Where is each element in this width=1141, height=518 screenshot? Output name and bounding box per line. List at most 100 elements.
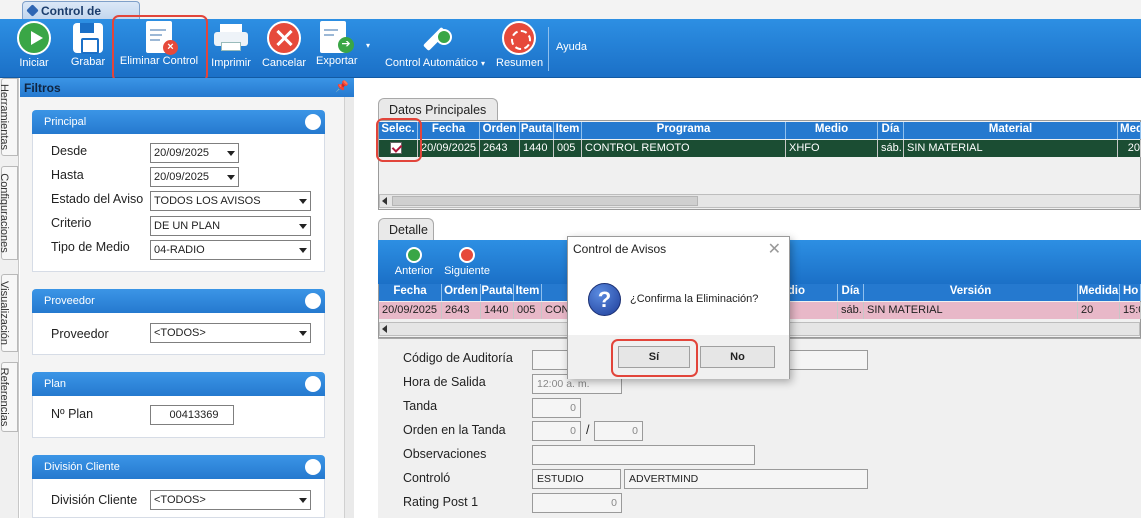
arrow-left-icon[interactable] bbox=[382, 325, 387, 333]
pin-icon[interactable]: 📌 bbox=[335, 80, 349, 93]
division-label: División Cliente bbox=[51, 493, 138, 507]
group-principal-header[interactable]: Principal bbox=[32, 110, 325, 134]
save-icon bbox=[73, 23, 103, 54]
col-medio[interactable]: Medio bbox=[786, 122, 878, 139]
ayuda-button[interactable]: Ayuda bbox=[556, 41, 587, 53]
previous-icon bbox=[406, 247, 422, 263]
table-cell[interactable]: 1440 bbox=[520, 140, 554, 157]
codigo-auditoria-input[interactable] bbox=[532, 350, 568, 370]
dialog-title: Control de Avisos bbox=[573, 242, 667, 256]
grabar-button[interactable]: Grabar bbox=[66, 21, 110, 75]
col-pauta[interactable]: Pauta bbox=[481, 284, 514, 301]
tab-datos-principales[interactable]: Datos Principales bbox=[378, 98, 498, 120]
col-fecha[interactable]: Fecha bbox=[418, 122, 480, 139]
table-cell[interactable]: 20/09/2025 bbox=[418, 140, 480, 157]
col-orden[interactable]: Orden bbox=[442, 284, 481, 301]
tab-configuraciones[interactable]: Configuraciones bbox=[0, 166, 18, 260]
group-plan-header[interactable]: Plan bbox=[32, 372, 325, 396]
table-cell[interactable]: 20 bbox=[1078, 302, 1120, 319]
exportar-dropdown-caret[interactable]: ▾ bbox=[366, 41, 370, 50]
imprimir-button[interactable]: Imprimir bbox=[209, 21, 253, 75]
table-cell[interactable]: SIN MATERIAL bbox=[864, 302, 1078, 319]
hasta-date-picker[interactable]: 20/09/2025 bbox=[150, 167, 239, 187]
orden-tanda-total-input[interactable]: 0 bbox=[594, 421, 643, 441]
division-select[interactable]: <TODOS> bbox=[150, 490, 311, 510]
scroll-thumb[interactable] bbox=[392, 196, 698, 206]
tanda-label: Tanda bbox=[403, 399, 438, 413]
dialog-message: ¿Confirma la Eliminación? bbox=[630, 293, 759, 305]
table-cell[interactable]: sáb. bbox=[878, 140, 904, 157]
col-programa[interactable]: Programa bbox=[582, 122, 786, 139]
hasta-label: Hasta bbox=[51, 168, 84, 182]
table-cell[interactable]: sáb. bbox=[838, 302, 864, 319]
col-dia[interactable]: Día bbox=[878, 122, 904, 139]
codigo-auditoria-extra[interactable] bbox=[788, 350, 868, 370]
criterio-select[interactable]: DE UN PLAN bbox=[150, 216, 311, 236]
tab-detalle[interactable]: Detalle bbox=[378, 218, 434, 240]
col-hora[interactable]: Ho bbox=[1120, 284, 1141, 301]
close-icon[interactable]: ✕ bbox=[768, 239, 781, 259]
table-cell[interactable]: 15:0 bbox=[1120, 302, 1141, 319]
table-cell[interactable]: 20/09/2025 bbox=[379, 302, 442, 319]
col-pauta[interactable]: Pauta bbox=[520, 122, 554, 139]
rating-post-label: Rating Post 1 bbox=[403, 495, 479, 509]
hora-salida-label: Hora de Salida bbox=[403, 375, 486, 389]
col-item[interactable]: Item bbox=[554, 122, 582, 139]
tipo-medio-select[interactable]: 04-RADIO bbox=[150, 240, 311, 260]
controlo-input[interactable]: ESTUDIO bbox=[532, 469, 621, 489]
control-automatico-caret: ▾ bbox=[480, 59, 485, 68]
arrow-left-icon[interactable] bbox=[382, 197, 387, 205]
nro-plan-input[interactable]: 00413369 bbox=[150, 405, 234, 425]
table-cell[interactable]: 2643 bbox=[442, 302, 481, 319]
col-orden[interactable]: Orden bbox=[480, 122, 520, 139]
table-cell[interactable]: 20 bbox=[1118, 140, 1141, 157]
tanda-input[interactable]: 0 bbox=[532, 398, 581, 418]
anterior-button[interactable]: Anterior bbox=[392, 247, 436, 277]
orden-tanda-input[interactable]: 0 bbox=[532, 421, 581, 441]
nro-plan-label: Nº Plan bbox=[51, 407, 94, 421]
collapse-icon[interactable] bbox=[305, 114, 321, 130]
chevron-down-icon bbox=[299, 199, 307, 204]
table-cell[interactable]: SIN MATERIAL bbox=[904, 140, 1118, 157]
iniciar-button[interactable]: Iniciar bbox=[14, 21, 54, 75]
desde-date-picker[interactable]: 20/09/2025 bbox=[150, 143, 239, 163]
observaciones-input[interactable] bbox=[532, 445, 755, 465]
col-medida[interactable]: Med bbox=[1118, 122, 1141, 139]
collapse-icon[interactable] bbox=[305, 459, 321, 475]
estado-select[interactable]: TODOS LOS AVISOS bbox=[150, 191, 311, 211]
col-version[interactable]: Versión bbox=[864, 284, 1078, 301]
table-cell[interactable]: 005 bbox=[554, 140, 582, 157]
datos-hscrollbar[interactable] bbox=[379, 194, 1140, 208]
cancelar-button[interactable]: Cancelar bbox=[261, 21, 307, 75]
highlight-eliminar bbox=[112, 15, 208, 82]
proveedor-select[interactable]: <TODOS> bbox=[150, 323, 311, 343]
table-cell[interactable]: XHFO bbox=[786, 140, 878, 157]
filtros-scrollbar[interactable] bbox=[344, 97, 354, 518]
col-fecha[interactable]: Fecha bbox=[379, 284, 442, 301]
resumen-button[interactable]: Resumen bbox=[496, 21, 543, 75]
group-division-header[interactable]: División Cliente bbox=[32, 455, 325, 479]
controlo-nombre-input[interactable]: ADVERTMIND bbox=[624, 469, 868, 489]
tab-referencias[interactable]: Referencias bbox=[0, 362, 18, 432]
collapse-icon[interactable] bbox=[305, 376, 321, 392]
no-button[interactable]: No bbox=[700, 346, 775, 368]
exportar-button[interactable]: ➔ Exportar ▾ bbox=[314, 21, 376, 75]
table-cell[interactable]: 2643 bbox=[480, 140, 520, 157]
col-dia[interactable]: Día bbox=[838, 284, 864, 301]
col-material[interactable]: Material bbox=[904, 122, 1118, 139]
collapse-icon[interactable] bbox=[305, 293, 321, 309]
control-automatico-button[interactable]: Control Automático ▾ bbox=[382, 21, 488, 75]
group-proveedor-header[interactable]: Proveedor bbox=[32, 289, 325, 313]
tab-herramientas[interactable]: Herramientas bbox=[0, 78, 18, 156]
auto-control-icon bbox=[418, 21, 452, 55]
next-icon bbox=[459, 247, 475, 263]
siguiente-button[interactable]: Siguiente bbox=[442, 247, 492, 277]
tab-visualizacion[interactable]: Visualización bbox=[0, 274, 18, 352]
table-cell[interactable]: CONTROL REMOTO bbox=[582, 140, 786, 157]
col-item[interactable]: Item bbox=[514, 284, 542, 301]
rating-post-input[interactable]: 0 bbox=[532, 493, 622, 513]
col-medida[interactable]: Medida bbox=[1078, 284, 1120, 301]
table-cell[interactable]: 1440 bbox=[481, 302, 514, 319]
table-cell[interactable]: 005 bbox=[514, 302, 542, 319]
chevron-down-icon bbox=[227, 151, 235, 156]
